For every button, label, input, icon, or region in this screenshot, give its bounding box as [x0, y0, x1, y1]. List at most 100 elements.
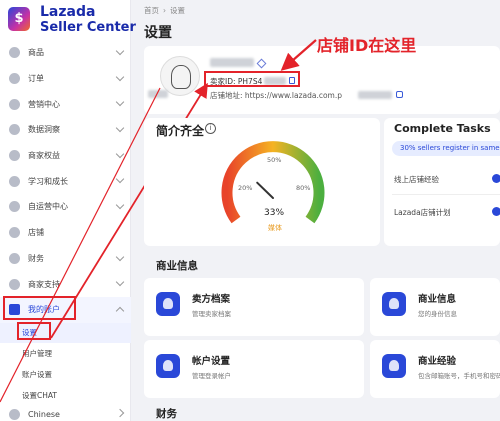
sidebar-item-label: 自运营中心: [28, 202, 68, 212]
sidebar-item-label: 商品: [28, 48, 44, 58]
sidebar-item-products[interactable]: 商品: [0, 40, 131, 66]
seller-profile-icon: [156, 292, 180, 316]
gauge-needle: [256, 181, 274, 199]
highlight-box-my-account: [3, 296, 76, 320]
chevron-down-icon: [115, 200, 125, 210]
blurred-text: [148, 90, 168, 98]
sidebar-item-label: 商家权益: [28, 151, 60, 161]
shop-url[interactable]: 店铺地址: https://www.lazada.com.p: [210, 90, 342, 101]
sidebar-menu: 商品 订单 营销中心 数据洞察 商家权益 学习和成长 自运营中心 店铺 财务 商…: [0, 40, 131, 323]
chevron-down-icon: [115, 149, 125, 158]
chevron-down-icon: [115, 175, 125, 184]
products-icon: [9, 47, 20, 59]
language-switcher[interactable]: Chinese: [0, 406, 131, 421]
sidebar-item-label: 商家支持: [28, 279, 60, 289]
sidebar-item-orders[interactable]: 订单: [0, 66, 131, 92]
edit-icon[interactable]: [256, 58, 267, 69]
biz-card-title: 商业信息: [418, 294, 457, 305]
chevron-right-icon: [115, 408, 125, 418]
chevron-down-icon: [115, 123, 125, 133]
breadcrumb-home[interactable]: 首页: [144, 6, 159, 15]
biz-card-desc: 您的身份信息: [418, 310, 457, 318]
gauge-tick-20: 20%: [238, 184, 253, 192]
logo-subtitle: Seller Center: [40, 20, 136, 35]
learning-icon: [9, 175, 20, 187]
biz-card-title: 帐户设置: [192, 356, 231, 367]
divider: [392, 194, 500, 195]
sidebar-item-store[interactable]: 店铺: [0, 220, 131, 246]
sidebar-item-insights[interactable]: 数据洞察: [0, 117, 131, 143]
biz-card-desc: 包含邮箱账号，手机号和密码: [418, 372, 500, 380]
chevron-down-icon: [115, 46, 125, 56]
sidebar-item-label: 订单: [28, 74, 44, 84]
business-experience-icon: [382, 354, 406, 378]
finance-section-title: 财务: [156, 408, 177, 420]
finance-icon: [9, 252, 20, 264]
tasks-title: Complete Tasks: [394, 122, 491, 135]
chevron-down-icon: [115, 252, 125, 261]
highlight-box-seller-id: [204, 71, 300, 87]
business-experience-card-link[interactable]: 商业经验 包含邮箱账号，手机号和密码: [370, 340, 500, 398]
page-title: 设置: [144, 25, 172, 41]
highlight-box-settings: [17, 322, 51, 340]
insights-icon: [9, 124, 20, 136]
gauge-tick-50: 50%: [267, 156, 282, 164]
chevron-down-icon: [115, 277, 125, 287]
profile-completeness-title: 简介齐全: [156, 124, 205, 138]
sidebar-item-finance[interactable]: 财务: [0, 246, 131, 272]
plus-icon[interactable]: [492, 207, 500, 216]
id-card-icon: [382, 292, 406, 316]
sidebar-item-label: 店铺: [28, 228, 44, 238]
sidebar-item-self-operation[interactable]: 自运营中心: [0, 194, 131, 220]
marketing-icon: [9, 98, 20, 110]
support-icon: [9, 278, 20, 290]
logo-title: Lazada: [40, 4, 96, 20]
breadcrumb-current: 设置: [170, 6, 185, 15]
completeness-percent: 33%: [264, 208, 285, 218]
seller-profile-card-link[interactable]: 卖方档案 管理卖家档案: [144, 278, 364, 336]
gauge-tick-80: 80%: [296, 184, 311, 192]
self-operation-icon: [9, 201, 20, 213]
info-icon[interactable]: i: [205, 123, 216, 134]
sidebar-item-label: 学习和成长: [28, 176, 68, 186]
business-info-card-link[interactable]: 商业信息 您的身份信息: [370, 278, 500, 336]
business-info-title: 商业信息: [156, 260, 198, 272]
sidebar-item-learning[interactable]: 学习和成长: [0, 168, 131, 194]
language-label: Chinese: [28, 409, 60, 419]
lazada-heart-icon: $: [8, 7, 30, 31]
breadcrumb: 首页 › 设置: [144, 5, 185, 16]
sidebar: $ Lazada Seller Center 商品 订单 营销中心 数据洞察 商…: [0, 0, 136, 421]
sidebar-item-marketing[interactable]: 营销中心: [0, 91, 131, 117]
sidebar-item-label: 数据洞察: [28, 125, 60, 135]
annotation-text: 店铺ID在这里: [317, 36, 417, 55]
sidebar-item-benefits[interactable]: 商家权益: [0, 143, 131, 169]
completeness-label: 媒体: [268, 224, 282, 232]
tasks-progress-pill: 30% sellers register in same: [392, 141, 500, 156]
lazada-logo[interactable]: $ Lazada Seller Center: [6, 4, 136, 38]
chevron-up-icon: [115, 306, 125, 316]
external-link-icon[interactable]: [396, 91, 403, 98]
plus-icon[interactable]: [492, 174, 500, 183]
blurred-shop-name: [210, 58, 254, 67]
complete-tasks-card: Complete Tasks 30% sellers register in s…: [384, 118, 500, 246]
sidebar-subitem-chat-settings[interactable]: 设置CHAT: [0, 386, 131, 406]
biz-card-desc: 管理卖家档案: [192, 310, 231, 318]
biz-card-desc: 管理登录帐户: [192, 372, 231, 380]
sidebar-subitem-user-management[interactable]: 用户管理: [0, 344, 131, 364]
orders-icon: [9, 73, 20, 85]
sidebar-subitem-account-settings[interactable]: 账户设置: [0, 365, 131, 385]
sidebar-item-label: 财务: [28, 253, 44, 263]
chevron-down-icon: [115, 98, 125, 107]
sidebar-item-support[interactable]: 商家支持: [0, 271, 131, 297]
task-item-store-plan[interactable]: Lazada店铺计划: [394, 207, 451, 218]
biz-card-title: 卖方档案: [192, 294, 231, 305]
blurred-url: [358, 91, 392, 99]
globe-icon: [9, 408, 20, 420]
breadcrumb-separator: ›: [163, 6, 166, 15]
store-icon: [9, 227, 20, 239]
account-settings-card-link[interactable]: 帐户设置 管理登录帐户: [144, 340, 364, 398]
task-item-online-store[interactable]: 线上店铺经验: [394, 174, 439, 185]
account-settings-icon: [156, 354, 180, 378]
chevron-down-icon: [115, 72, 125, 81]
sidebar-item-label: 营销中心: [28, 99, 60, 109]
